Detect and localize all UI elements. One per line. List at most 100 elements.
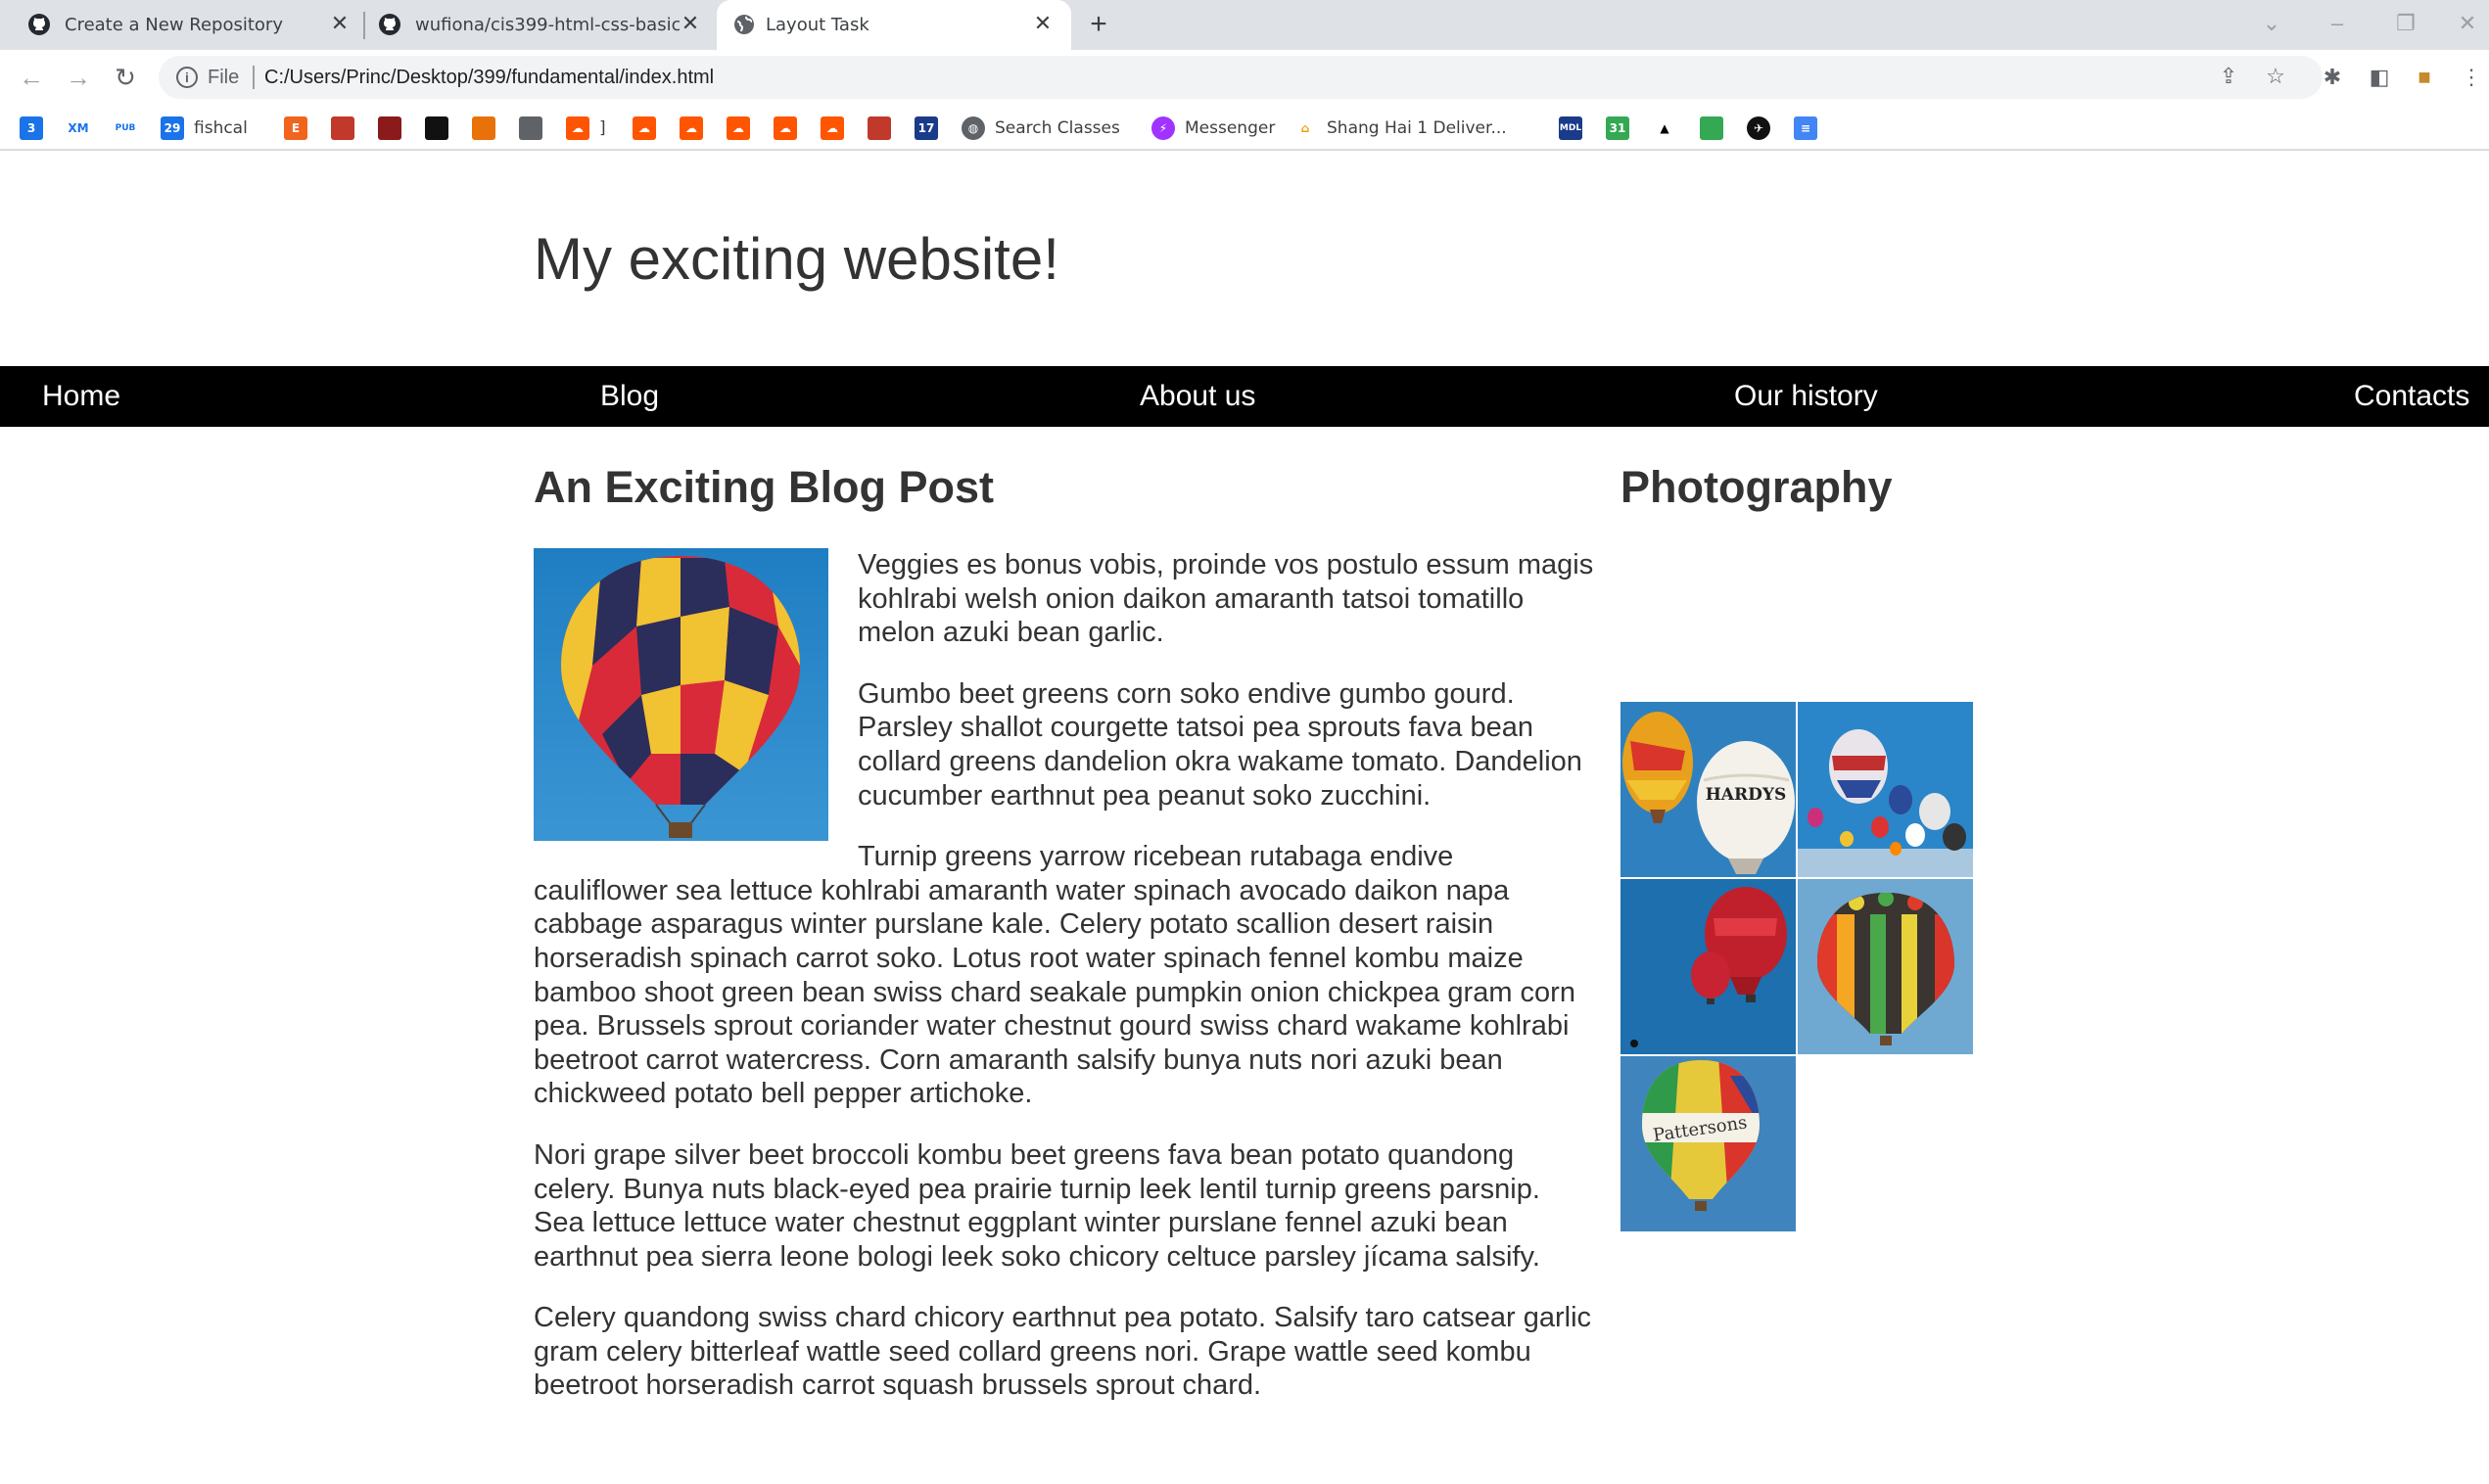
etsy-icon: E — [284, 116, 307, 140]
soundcloud-icon: ☁ — [774, 116, 797, 140]
calendar-3-icon: 3 — [20, 116, 43, 140]
menu-icon[interactable]: ⋮ — [2458, 64, 2485, 91]
tab-search-icon[interactable]: ⌄ — [2252, 6, 2291, 41]
bookmark-item[interactable]: ☁ — [821, 114, 844, 143]
gallery-photo-balloons-red-pair[interactable] — [1620, 879, 1796, 1054]
circle-logo-icon — [472, 116, 495, 140]
bookmark-item[interactable]: ⚡ Messenger — [1151, 114, 1275, 143]
address-divider — [253, 66, 255, 89]
post-balloon-image — [534, 548, 828, 841]
bookmark-label: Messenger — [1185, 118, 1276, 138]
bookmark-item[interactable]: XM — [67, 114, 90, 143]
bookmark-item[interactable]: 3 — [20, 114, 43, 143]
site-title: My exciting website! — [534, 226, 1059, 292]
shopping-bag-icon — [1700, 116, 1723, 140]
calendar-29-icon: 29 — [161, 116, 184, 140]
xm-icon: XM — [68, 121, 89, 135]
nav-contacts-link[interactable]: Contacts — [2354, 380, 2469, 413]
gallery-photo-balloon-rainbow[interactable] — [1798, 879, 1973, 1054]
post-paragraph: Turnip greens yarrow ricebean rutabaga e… — [534, 841, 1575, 1110]
bookmark-item[interactable] — [519, 114, 542, 143]
soundcloud-icon: ☁ — [633, 116, 656, 140]
info-icon[interactable]: i — [176, 67, 198, 88]
tab-create-repository[interactable]: Create a New Repository ✕ — [0, 0, 362, 50]
bookmark-item[interactable]: MDL — [1559, 114, 1582, 143]
bookmark-item[interactable]: ☁ — [727, 114, 750, 143]
bookmark-star-icon[interactable]: ☆ — [2262, 63, 2289, 90]
compass-icon: ✈ — [1747, 116, 1770, 140]
bookmark-item[interactable]: ◍ Search Classes — [962, 114, 1120, 143]
nav-home-link[interactable]: Home — [42, 380, 120, 413]
bookmark-item[interactable]: 17 — [915, 114, 938, 143]
soundcloud-icon: ☁ — [566, 116, 589, 140]
browser-toolbar: ← → ↻ i File C:/Users/Princ/Desktop/399/… — [0, 50, 2489, 106]
close-icon[interactable]: ✕ — [678, 12, 703, 37]
address-scheme: File — [208, 67, 240, 88]
bookmark-item[interactable]: 29 fishcal — [161, 114, 248, 143]
side-panel-icon[interactable]: ◧ — [2366, 64, 2393, 91]
address-url[interactable]: C:/Users/Princ/Desktop/399/fundamental/i… — [264, 67, 714, 88]
extensions-icon[interactable]: ✱ — [2319, 64, 2346, 91]
close-icon[interactable]: ✕ — [1030, 12, 1056, 37]
bookmark-label: Shang Hai 1 Deliver... — [1327, 118, 1507, 138]
soundcloud-icon: ☁ — [727, 116, 750, 140]
bookmark-item[interactable]: ☁] — [566, 114, 606, 143]
bookmark-item[interactable] — [472, 114, 495, 143]
bookmark-item[interactable]: E — [284, 114, 307, 143]
nav-history-link[interactable]: Our history — [1734, 380, 1878, 413]
bookmark-item[interactable]: ☁ — [774, 114, 797, 143]
nav-blog-link[interactable]: Blog — [600, 380, 659, 413]
fox-icon — [331, 116, 354, 140]
post-title: An Exciting Blog Post — [534, 462, 995, 512]
blog-post: Veggies es bonus vobis, proinde vos post… — [534, 548, 1594, 1430]
bookmark-label: Search Classes — [995, 118, 1120, 138]
calendar-31-icon: 31 — [1606, 116, 1629, 140]
restore-button[interactable]: ❐ — [2386, 6, 2425, 41]
bookmark-item[interactable]: ≡ — [1794, 114, 1817, 143]
address-bar[interactable]: i File C:/Users/Princ/Desktop/399/fundam… — [159, 56, 2323, 99]
close-icon[interactable]: ✕ — [327, 12, 352, 37]
bookmark-item[interactable]: ✈ — [1747, 114, 1770, 143]
bookmark-item[interactable]: ☁ — [633, 114, 656, 143]
bookmark-item[interactable] — [331, 114, 354, 143]
tab-title: wufiona/cis399-html-css-basics-l — [415, 15, 680, 35]
new-tab-button[interactable]: + — [1083, 10, 1114, 41]
post-paragraph: Nori grape silver beet broccoli kombu be… — [534, 1138, 1540, 1273]
bookmark-item[interactable] — [425, 114, 448, 143]
back-button[interactable]: ← — [16, 62, 47, 93]
bookmark-item[interactable]: 31 — [1606, 114, 1629, 143]
mdl-icon: MDL — [1559, 116, 1582, 140]
square-gray-icon — [519, 116, 542, 140]
nav-about-link[interactable]: About us — [1140, 380, 1255, 413]
bookmark-item[interactable]: ▲ — [1653, 114, 1676, 143]
bookmark-item[interactable]: ⌂ Shang Hai 1 Deliver... — [1293, 114, 1507, 143]
soundcloud-icon: ☁ — [680, 116, 703, 140]
bookmark-label: fishcal — [194, 118, 248, 138]
restaurant-icon: ⌂ — [1300, 121, 1310, 135]
bookmarks-bar: 3 XM PUB 29 fishcal E ☁] ☁ ☁ ☁ ☁ ☁ 17 ◍ Search Classes… — [0, 106, 2489, 151]
bookmark-item[interactable] — [378, 114, 401, 143]
tab-github-repo[interactable]: wufiona/cis399-html-css-basics-l ✕ — [364, 0, 717, 50]
globe-icon — [734, 15, 754, 34]
photography-title: Photography — [1620, 462, 1893, 512]
hardys-label: HARDYS — [1706, 785, 1787, 805]
github-icon — [28, 14, 50, 35]
adidas-icon: ▲ — [1660, 121, 1669, 135]
tab-layout-task[interactable]: Layout Task ✕ — [717, 0, 1071, 50]
forward-button[interactable]: → — [63, 62, 94, 93]
bookmark-item[interactable] — [1700, 114, 1723, 143]
bookmark-item[interactable]: PUB — [114, 114, 137, 143]
minimize-button[interactable]: – — [2318, 6, 2357, 41]
share-icon[interactable]: ⇪ — [2215, 63, 2242, 90]
pub-icon: PUB — [115, 123, 136, 133]
gallery-photo-balloons-hardys[interactable]: HARDYS — [1620, 702, 1796, 877]
hat-icon — [378, 116, 401, 140]
profile-avatar-icon[interactable]: ■ — [2411, 64, 2438, 91]
close-window-button[interactable]: ✕ — [2448, 6, 2487, 41]
gallery-photo-balloons-mass-ascent[interactable] — [1798, 702, 1973, 877]
reload-button[interactable]: ↻ — [110, 62, 141, 93]
bookmark-item[interactable]: ☁ — [680, 114, 703, 143]
tab-title: Create a New Repository — [65, 15, 283, 35]
bookmark-item[interactable] — [868, 114, 891, 143]
gallery-photo-balloon-pattersons[interactable]: Pattersons — [1620, 1056, 1796, 1231]
